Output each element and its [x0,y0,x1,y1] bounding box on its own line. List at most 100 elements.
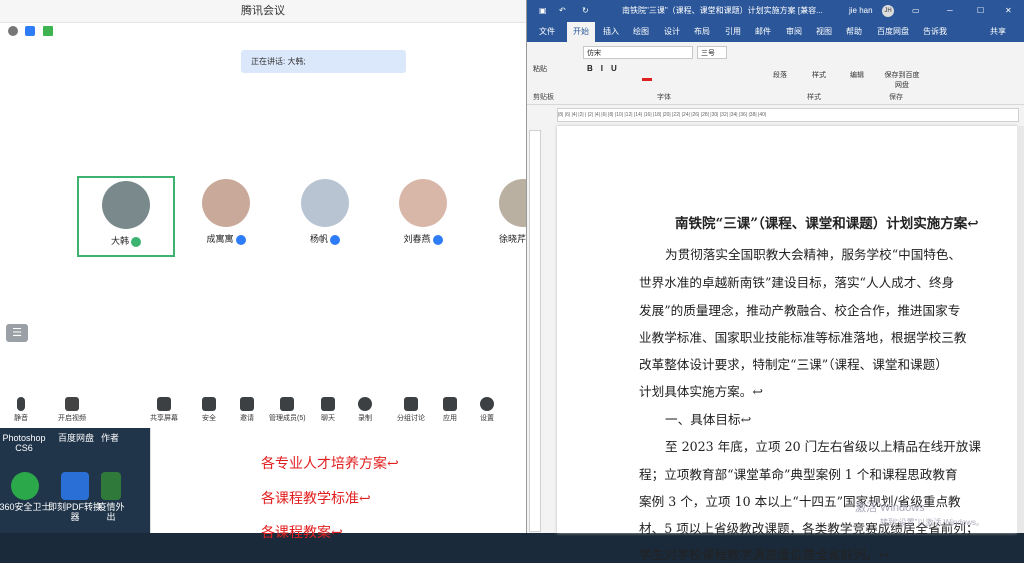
manage-members-button[interactable]: 管理成员(5) [269,397,306,423]
bold-italic-underline[interactable]: BIU [587,64,625,73]
breakout-icon [404,397,418,411]
para-line: 为贯彻落实全国职教大会精神，服务学校“中国特色、 [665,247,962,262]
tab-help[interactable]: 帮助 [846,22,862,42]
desktop-icon-epidemic[interactable]: 疫情外出 [96,472,126,522]
tab-references[interactable]: 引用 [725,22,741,42]
para-line: 至 2023 年底，立项 20 门左右省级以上精品在线开放课 [665,439,981,454]
paste-button[interactable]: 粘贴 [533,64,547,74]
ribbon: 粘贴 仿宋 三号 BIU 段落 样式 编辑 保存到百度网盘 剪贴板 字体 样式 … [527,42,1024,105]
shield-icon[interactable] [25,25,36,36]
para-line: 改革整体设计要求，特制定“三课”（课程、课堂和课题） [639,357,948,372]
fragment-line: 各专业人才培养方案↩ [261,456,399,472]
save-icon[interactable]: ▣ [539,0,547,22]
font-name-select[interactable]: 仿宋 [583,46,693,59]
vertical-scrollbar[interactable] [1017,126,1024,533]
tab-baidu[interactable]: 百度网盘 [877,22,909,42]
share-button[interactable]: 共享 [990,22,1006,42]
maximize-icon[interactable]: ☐ [977,0,984,22]
desktop-icon-360[interactable]: 360安全卫士 [0,472,53,512]
group-styles: 样式 [807,94,821,101]
apps-button[interactable]: 应用 [443,397,457,423]
avatar [499,179,526,227]
gear-icon [480,397,494,411]
meeting-window: 腾讯会议 正在讲话: 大韩; 大韩 成寓寓 杨帆 刘春燕 徐晓芹 ☰ 静音 开启… [0,0,526,428]
info-icon[interactable] [8,25,18,36]
security-button[interactable]: 安全 [202,397,216,423]
pdf-icon [61,472,89,500]
desktop-icon-photoshop[interactable]: Photoshop CS6 [0,433,52,453]
mute-button[interactable]: 静音 [14,397,28,423]
tab-mailings[interactable]: 邮件 [755,22,771,42]
breakout-button[interactable]: 分组讨论 [397,397,425,423]
participant-name: 徐晓芹 [499,234,526,244]
avatar [301,179,349,227]
styles-button[interactable]: 样式 [812,70,826,80]
microphone-icon [17,397,25,411]
record-button[interactable]: 录制 [358,397,372,423]
shield-icon [202,397,216,411]
redo-icon[interactable]: ↻ [582,0,589,22]
word-window: ▣ ↶ ↻ 南铁院"三课"（课程、课堂和课题）计划实施方案 [兼容... jie… [526,0,1024,562]
document-title: 南铁院"三课"（课程、课堂和课题）计划实施方案 [兼容... [622,6,823,15]
participant-name: 大韩 [110,236,129,246]
undo-icon[interactable]: ↶ [559,0,566,22]
editing-button[interactable]: 编辑 [850,70,864,80]
signal-icon[interactable] [42,25,53,36]
tab-design[interactable]: 设计 [664,22,680,42]
fragment-line: 各课程教案↩ [261,525,343,541]
mic-icon [330,234,340,245]
avatar [202,179,250,227]
desktop-icon-pdf[interactable]: 即刻PDF转换器 [47,472,103,522]
video-button[interactable]: 开启视频 [58,397,86,423]
add-user-icon [240,397,254,411]
word-titlebar: ▣ ↶ ↻ 南铁院"三课"（课程、课堂和课题）计划实施方案 [兼容... jie… [527,0,1024,22]
horizontal-ruler[interactable]: |8| |6| |4| |2| | |2| |4| |6| |8| |10| |… [557,108,1019,122]
ribbon-display-icon[interactable]: ▭ [912,0,920,22]
fragment-line: 各课程教学标准↩ [261,491,371,507]
participant-tile[interactable]: 成寓寓 [177,176,275,257]
grid-icon [443,397,457,411]
tab-draw[interactable]: 绘图 [633,22,649,42]
desktop-icon-author[interactable]: 作者 [90,433,130,443]
tab-review[interactable]: 审阅 [786,22,802,42]
360-icon [11,472,39,500]
invite-button[interactable]: 邀请 [240,397,254,423]
close-icon[interactable]: ✕ [1005,0,1012,22]
para-line: 程；立项教育部“课堂革命”典型案例 1 个和课程思政教育 [639,467,958,482]
vertical-ruler[interactable] [529,130,541,532]
participant-tile[interactable]: 刘春燕 [374,176,472,257]
mic-icon [131,236,141,247]
list-icon[interactable]: ☰ [6,324,28,342]
participant-tile[interactable]: 大韩 [77,176,175,257]
avatar [102,181,150,229]
font-color-icon[interactable] [642,78,652,81]
avatar[interactable]: JH [882,5,894,17]
document-title-heading: 南铁院“三课”（课程、课堂和课题）计划实施方案↩ [675,216,979,232]
share-screen-button[interactable]: 共享屏幕 [150,397,178,423]
participant-tile[interactable]: 杨帆 [276,176,374,257]
chat-button[interactable]: 聊天 [321,397,335,423]
meeting-toolbar: 静音 开启视频 共享屏幕 安全 邀请 管理成员(5) 聊天 录制 分组讨论 应用… [0,393,526,428]
tab-insert[interactable]: 插入 [603,22,619,42]
section-heading: 一、具体目标↩ [665,412,752,427]
participant-tile[interactable]: 徐晓芹 [474,176,526,257]
save-to-baidu-button[interactable]: 保存到百度网盘 [882,70,922,90]
tab-view[interactable]: 视图 [816,22,832,42]
document-page[interactable]: 南铁院“三课”（课程、课堂和课题）计划实施方案↩ 为贯彻落实全国职教大会精神，服… [557,126,1017,562]
participant-name: 刘春燕 [403,234,431,244]
tab-layout[interactable]: 布局 [694,22,710,42]
meeting-status-bar [8,23,57,39]
video-off-icon [65,397,79,411]
minimize-icon[interactable]: ─ [947,0,953,22]
document-fragment: 各专业人才培养方案↩ 各课程教学标准↩ 各课程教案↩ [150,428,527,541]
settings-button[interactable]: 设置 [480,397,494,423]
tab-file[interactable]: 文件 [539,22,555,42]
group-clipboard: 剪贴板 [533,94,554,101]
tab-home[interactable]: 开始 [567,22,595,42]
para-line: 学生对学校课程教学满意度位居全省前列。↩ [639,547,889,562]
para-line: 计划具体实施方案。↩ [639,384,763,399]
tell-me[interactable]: 告诉我 [923,22,947,42]
paragraph-button[interactable]: 段落 [773,70,787,80]
para-line: 业教学标准、国家职业技能标准等标准落地，根据学校三教 [639,330,967,345]
font-size-select[interactable]: 三号 [697,46,727,59]
